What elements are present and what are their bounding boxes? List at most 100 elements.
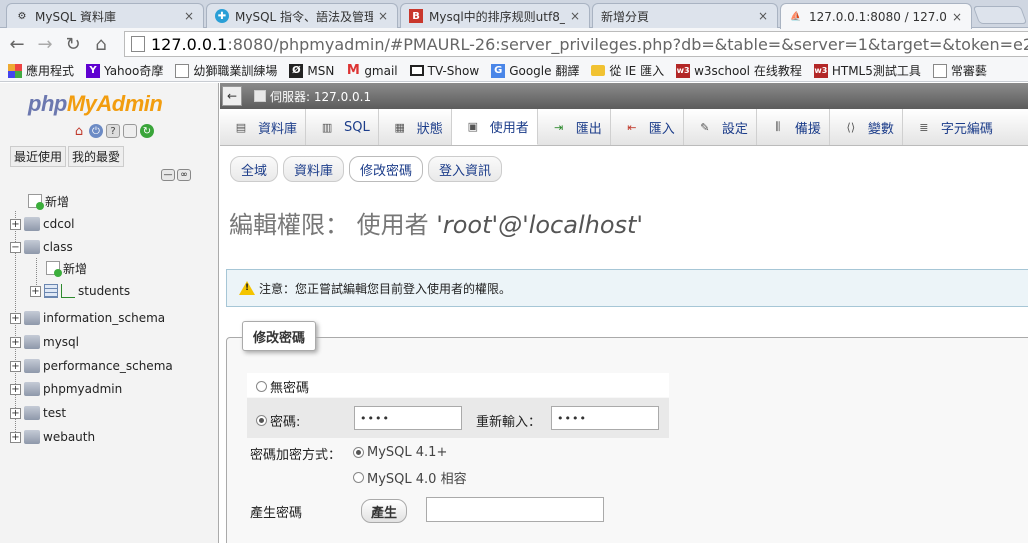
hash-mysql41-option[interactable]: MySQL 4.1+ <box>353 445 447 460</box>
bookmark-tvshow[interactable]: TV-Show <box>409 64 479 78</box>
tab-import[interactable]: ⇤ 匯入 <box>611 109 684 145</box>
tab-replication[interactable]: ⫼ 備援 <box>757 109 830 145</box>
tab-users[interactable]: ▣ 使用者 <box>451 109 538 145</box>
subtab-global[interactable]: 全域 <box>230 156 279 182</box>
password-radio[interactable] <box>256 415 267 426</box>
collapse-all-icon[interactable]: — <box>161 169 175 181</box>
close-icon[interactable]: × <box>757 9 769 23</box>
tree-item-class[interactable]: − class <box>0 238 73 256</box>
tab-sql[interactable]: ▥ SQL <box>306 109 379 145</box>
tab-variables[interactable]: ⟨⟩ 變數 <box>830 109 903 145</box>
tab-databases[interactable]: ▤ 資料庫 <box>220 109 307 145</box>
tree-item-performance-schema[interactable]: + performance_schema <box>0 357 173 375</box>
tree-item-webauth[interactable]: + webauth <box>0 428 95 446</box>
tab-export[interactable]: ⇥ 匯出 <box>538 109 611 145</box>
tab-status[interactable]: ▦ 狀態 <box>379 109 452 145</box>
favorites-tab[interactable]: 我的最愛 <box>68 146 125 167</box>
retype-password-input[interactable]: •••• <box>551 406 659 430</box>
bookmark-youth[interactable]: 幼獅職業訓練場 <box>175 62 277 79</box>
tree-label[interactable]: class <box>43 240 73 254</box>
subtab-login-info[interactable]: 登入資訊 <box>428 156 503 182</box>
help-icon[interactable]: ? <box>106 124 120 138</box>
phpmyadmin-logo[interactable]: phpMyAdmin <box>28 91 163 117</box>
subtab-change-password[interactable]: 修改密碼 <box>349 156 424 182</box>
tree-item-test[interactable]: + test <box>0 404 66 422</box>
hash-mysql40-option[interactable]: MySQL 4.0 相容 <box>353 468 467 487</box>
browser-tab-5[interactable]: ⛵ 127.0.0.1:8080 / 127.0.0. × <box>780 3 972 29</box>
collapse-icon[interactable]: − <box>10 241 21 253</box>
reload-icon[interactable]: ↻ <box>62 33 84 55</box>
expand-icon[interactable]: + <box>10 312 21 324</box>
close-icon[interactable]: × <box>377 9 389 23</box>
back-arrow-icon[interactable]: ← <box>6 33 28 55</box>
bookmark-msn[interactable]: Ø MSN <box>289 63 334 78</box>
browser-tab-1[interactable]: ⚙ MySQL 資料庫 × <box>6 3 204 28</box>
bookmark-yahoo[interactable]: Y Yahoo奇摩 <box>86 62 163 79</box>
tab-settings[interactable]: ✎ 設定 <box>684 109 757 145</box>
expand-icon[interactable]: + <box>10 360 21 372</box>
home-icon[interactable]: ⌂ <box>90 33 112 55</box>
browser-tab-strip: ⚙ MySQL 資料庫 × ✚ MySQL 指令、語法及管理 × B Mysql… <box>0 0 1028 29</box>
no-password-radio[interactable] <box>256 381 267 392</box>
browser-tab-4[interactable]: 新增分頁 × <box>592 3 778 28</box>
tree-label[interactable]: cdcol <box>43 217 75 231</box>
tree-label[interactable]: performance_schema <box>43 359 173 373</box>
bookmark-w3school[interactable]: w3 w3school 在线教程 <box>676 62 802 79</box>
new-tab-button[interactable] <box>972 6 1028 24</box>
hash-mysql40-radio[interactable] <box>353 472 364 483</box>
bookmark-html5-test[interactable]: w3 HTML5測試工具 <box>813 62 921 79</box>
password-input[interactable]: •••• <box>354 406 462 430</box>
table-icon <box>44 284 58 298</box>
tree-item-class-new[interactable]: 新增 <box>36 259 87 277</box>
tree-label[interactable]: students <box>78 284 130 298</box>
tree-label[interactable]: mysql <box>43 335 79 349</box>
collapse-panel-icon[interactable]: ← <box>222 86 242 106</box>
expand-icon[interactable]: + <box>30 285 41 297</box>
browser-tab-3[interactable]: B Mysql中的排序规则utf8_ × <box>400 3 590 28</box>
bookmark-misc[interactable]: 常審藝 <box>932 62 987 79</box>
tree-item-mysql[interactable]: + mysql <box>0 333 79 351</box>
expand-icon[interactable]: + <box>10 218 21 230</box>
tree-item-information-schema[interactable]: + information_schema <box>0 309 165 327</box>
tab-charsets[interactable]: ≣ 字元編碼 <box>903 109 1001 145</box>
tree-item-cdcol[interactable]: + cdcol <box>0 215 75 233</box>
bookmark-ie-import[interactable]: 從 IE 匯入 <box>591 62 664 79</box>
database-icon <box>24 311 40 325</box>
browser-tab-2[interactable]: ✚ MySQL 指令、語法及管理 × <box>206 3 398 28</box>
subtabs: 全域 資料庫 修改密碼 登入資訊 <box>230 156 507 182</box>
tree-item-new[interactable]: 新增 <box>18 192 69 210</box>
address-bar[interactable]: 127.0.0.1:8080/phpmyadmin/#PMAURL-26:ser… <box>124 31 1028 57</box>
hash-mysql41-radio[interactable] <box>353 447 364 458</box>
tree-label[interactable]: phpmyadmin <box>43 382 122 396</box>
reload-icon[interactable]: ↻ <box>140 124 154 138</box>
bookmark-label: gmail <box>364 63 398 78</box>
logout-icon[interactable]: ⏻ <box>89 124 103 138</box>
close-icon[interactable]: × <box>183 9 195 23</box>
tree-item-phpmyadmin[interactable]: + phpmyadmin <box>0 380 122 398</box>
link-icon[interactable]: ∞ <box>177 169 191 181</box>
close-icon[interactable]: × <box>569 9 581 23</box>
expand-icon[interactable]: + <box>10 431 21 443</box>
bookmark-apps[interactable]: 應用程式 <box>8 62 74 79</box>
close-icon[interactable]: × <box>951 10 963 24</box>
bookmark-google-translate[interactable]: G Google 翻譯 <box>491 62 579 79</box>
docs-icon[interactable] <box>123 124 137 138</box>
password-option[interactable]: 密碼: <box>256 411 300 430</box>
tree-label[interactable]: test <box>43 406 66 420</box>
tree-label[interactable]: webauth <box>43 430 95 444</box>
generated-password-field[interactable] <box>426 497 604 522</box>
hash-mysql41-label: MySQL 4.1+ <box>367 445 448 460</box>
no-password-option[interactable]: 無密碼 <box>256 377 309 396</box>
recent-tab[interactable]: 最近使用 <box>10 146 67 167</box>
tree-label[interactable]: information_schema <box>43 311 165 325</box>
home-icon[interactable]: ⌂ <box>72 124 86 139</box>
forward-arrow-icon[interactable]: → <box>34 33 56 55</box>
server-label[interactable]: 伺服器: 127.0.0.1 <box>270 88 371 105</box>
bookmark-gmail[interactable]: Mgmail <box>346 63 398 78</box>
subtab-database[interactable]: 資料庫 <box>283 156 345 182</box>
expand-icon[interactable]: + <box>10 383 21 395</box>
expand-icon[interactable]: + <box>10 336 21 348</box>
tree-item-students[interactable]: + students <box>20 282 130 300</box>
generate-button[interactable]: 產生 <box>361 499 407 523</box>
expand-icon[interactable]: + <box>10 407 21 419</box>
